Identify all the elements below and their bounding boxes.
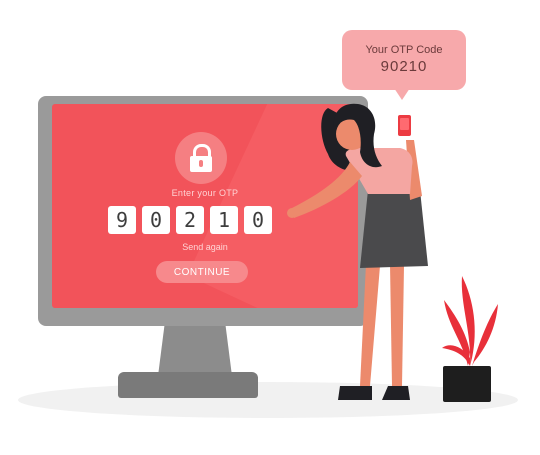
monitor-stand-base bbox=[118, 372, 258, 398]
otp-digit-input-5[interactable]: 0 bbox=[244, 206, 272, 234]
otp-input-row: 9 0 2 1 0 bbox=[108, 206, 308, 234]
otp-digit-input-1[interactable]: 9 bbox=[108, 206, 136, 234]
otp-digit-input-4[interactable]: 1 bbox=[210, 206, 238, 234]
monitor-stand-neck bbox=[158, 318, 232, 376]
otp-message-bubble: Your OTP Code 90210 bbox=[342, 30, 466, 90]
lock-body bbox=[190, 156, 212, 172]
plant-icon bbox=[442, 276, 498, 366]
continue-button[interactable]: CONTINUE bbox=[156, 261, 248, 283]
otp-digit-input-2[interactable]: 0 bbox=[142, 206, 170, 234]
bubble-title: Your OTP Code bbox=[365, 44, 443, 56]
otp-digit-input-3[interactable]: 2 bbox=[176, 206, 204, 234]
lock-keyhole bbox=[199, 160, 203, 167]
bubble-otp-code: 90210 bbox=[380, 58, 428, 75]
woman-illustration bbox=[287, 103, 428, 400]
phone-icon bbox=[398, 115, 411, 136]
plant-pot bbox=[443, 366, 491, 402]
lock-icon bbox=[175, 132, 227, 184]
